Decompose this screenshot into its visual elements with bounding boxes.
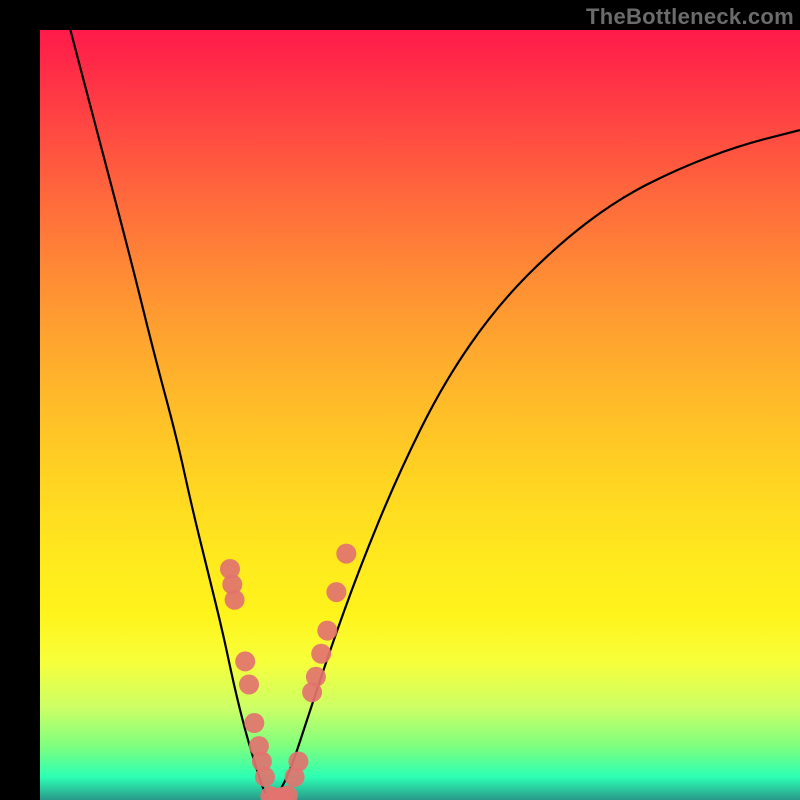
data-point-marker — [239, 675, 259, 695]
data-point-marker — [306, 667, 326, 687]
data-point-marker — [326, 582, 346, 602]
watermark-text: TheBottleneck.com — [586, 4, 794, 30]
plot-area — [40, 30, 800, 800]
chart-frame: TheBottleneck.com — [0, 0, 800, 800]
data-point-marker — [225, 590, 245, 610]
data-point-marker — [311, 644, 331, 664]
data-point-marker — [336, 544, 356, 564]
data-point-marker — [235, 651, 255, 671]
marker-group — [220, 544, 356, 800]
data-point-marker — [255, 767, 275, 787]
data-point-marker — [288, 752, 308, 772]
bottleneck-curve — [70, 30, 800, 798]
chart-svg — [40, 30, 800, 800]
data-point-marker — [244, 713, 264, 733]
data-point-marker — [317, 621, 337, 641]
